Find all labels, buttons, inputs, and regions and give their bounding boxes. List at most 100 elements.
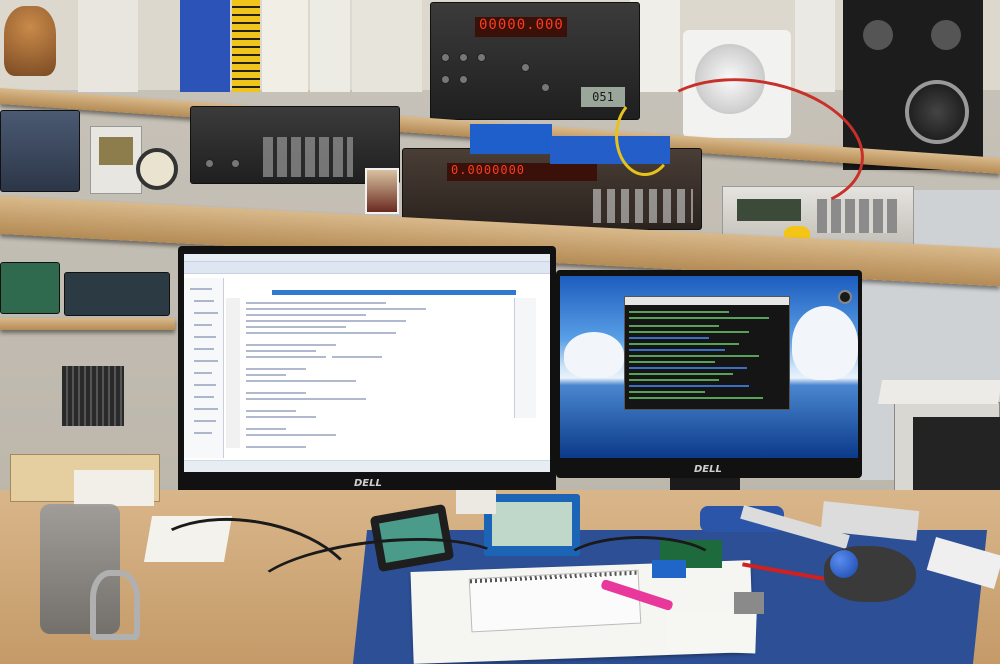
trackball-ball	[830, 550, 858, 578]
monitor-left-screen	[184, 254, 550, 472]
heatsink	[62, 366, 124, 426]
tree-item	[194, 360, 218, 362]
tree-item	[194, 420, 216, 422]
editor-toolbar	[184, 262, 550, 274]
tree-item	[194, 312, 218, 314]
knob	[541, 83, 550, 92]
tweeter-icon	[931, 20, 961, 50]
keypad	[817, 199, 897, 233]
code-line	[246, 320, 406, 322]
binder-manual-3	[352, 0, 422, 92]
figurine	[4, 6, 56, 76]
terminal-line	[629, 385, 749, 387]
terminal-line	[629, 397, 763, 399]
status-bar	[184, 460, 550, 472]
terminal-line	[629, 337, 709, 339]
project-tree-panel	[184, 278, 224, 458]
tree-item	[194, 324, 212, 326]
terminal-line	[629, 349, 725, 351]
notes-sheet	[665, 610, 757, 654]
knob	[441, 75, 450, 84]
white-box	[74, 470, 154, 506]
blue-box	[470, 124, 552, 154]
binder-blue	[180, 0, 230, 92]
editor-tabbar	[272, 290, 516, 295]
knob	[459, 53, 468, 62]
knob	[205, 159, 214, 168]
binder-yellow-stripe	[232, 0, 260, 92]
right-panel	[514, 298, 536, 418]
code-line	[246, 398, 366, 400]
led-display-top: 00000.000	[475, 17, 567, 37]
cable	[560, 536, 720, 596]
small-oscilloscope	[90, 126, 142, 194]
code-line	[246, 374, 286, 376]
tree-item	[194, 396, 214, 398]
knob	[477, 53, 486, 62]
tree-item	[194, 408, 218, 410]
workbench-photo: 00000.000 051 0.0000000 DELL DELL	[0, 0, 1000, 664]
terminal-line	[629, 373, 733, 375]
code-line	[246, 380, 356, 382]
code-line	[246, 350, 316, 352]
code-area	[242, 298, 510, 454]
knob	[459, 75, 468, 84]
binder-manual-2	[310, 0, 350, 92]
terminal-line	[629, 325, 719, 327]
code-line	[246, 302, 386, 304]
terminal-line	[629, 361, 715, 363]
code-line	[246, 428, 286, 430]
code-line	[246, 344, 336, 346]
frequency-counter: 00000.000 051	[430, 2, 640, 120]
knob	[441, 53, 450, 62]
keypad	[263, 137, 353, 177]
tree-item	[194, 432, 212, 434]
black-speaker	[843, 0, 983, 170]
shelf-left-small	[0, 318, 175, 330]
monitor-left-brand: DELL	[354, 478, 382, 489]
lcd-display-right: 051	[581, 87, 625, 107]
terminal-window	[624, 296, 790, 410]
knob	[521, 63, 530, 72]
scope-screen	[99, 137, 133, 165]
tweeter-icon	[863, 20, 893, 50]
code-line	[246, 356, 326, 358]
meter-unit-2	[64, 272, 170, 316]
code-line	[246, 434, 336, 436]
monitor-right: DELL	[556, 270, 862, 478]
analog-gauge	[136, 148, 178, 190]
code-line	[246, 416, 316, 418]
monitor-right-screen	[560, 276, 858, 458]
binder-manual-5	[795, 0, 835, 92]
tree-item	[194, 336, 216, 338]
knob	[231, 159, 240, 168]
scope-screen	[913, 417, 1000, 499]
tree-item	[194, 300, 214, 302]
power-supply	[0, 110, 80, 192]
snow-tree	[564, 332, 624, 378]
terminal-line	[629, 355, 759, 357]
terminal-line	[629, 367, 747, 369]
terminal-line	[629, 379, 719, 381]
monitor-right-brand: DELL	[694, 464, 722, 475]
terminal-line	[629, 343, 739, 345]
code-line	[332, 356, 382, 358]
terminal-line	[629, 317, 769, 319]
portrait-photo	[365, 168, 399, 214]
code-gutter	[226, 298, 240, 448]
monitor-left: DELL	[178, 246, 556, 494]
lcd-module-screen	[492, 502, 572, 546]
tree-item	[190, 288, 212, 290]
trackball-icon[interactable]	[824, 546, 916, 602]
snow-tree	[792, 306, 858, 380]
terminal-line	[629, 391, 705, 393]
code-line	[246, 368, 306, 370]
tree-item	[194, 372, 212, 374]
soldering-iron-holder	[90, 570, 140, 640]
grey-tool	[734, 592, 764, 614]
meter-unit	[0, 262, 60, 314]
code-line	[246, 332, 396, 334]
code-line	[246, 308, 426, 310]
lcd-module	[484, 494, 580, 556]
woofer-icon	[905, 80, 969, 144]
